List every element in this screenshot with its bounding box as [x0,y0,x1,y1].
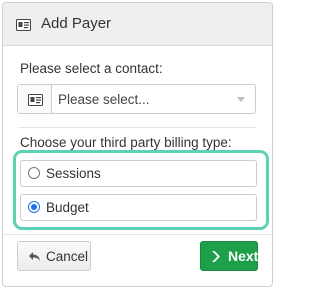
radio-label: Budget [46,200,89,215]
contact-select[interactable]: Please select... [17,84,256,114]
chevron-right-icon [212,251,220,262]
add-payer-dialog: Add Payer Please select a contact: Pleas… [2,2,273,287]
radio-button[interactable] [28,167,40,179]
id-card-icon [16,18,31,31]
contact-select-addon [18,85,52,113]
contact-select-value: Please select... [58,92,150,107]
radio-option-budget[interactable]: Budget [20,194,257,221]
footer-divider [3,234,272,235]
dialog-title: Add Payer [41,15,112,32]
undo-arrow-icon [29,252,40,261]
radio-label: Sessions [46,166,101,181]
next-button[interactable]: Next [200,241,258,271]
next-label: Next [228,248,259,264]
cancel-button[interactable]: Cancel [17,241,91,271]
cancel-label: Cancel [46,249,89,264]
chevron-down-icon [237,97,245,102]
id-card-icon [28,94,43,106]
billing-type-label: Choose your third party billing type: [20,135,232,150]
dialog-header: Add Payer [3,3,272,46]
radio-option-sessions[interactable]: Sessions [20,160,257,187]
section-divider [19,127,256,128]
radio-button[interactable] [28,201,40,213]
contact-label: Please select a contact: [20,61,163,76]
